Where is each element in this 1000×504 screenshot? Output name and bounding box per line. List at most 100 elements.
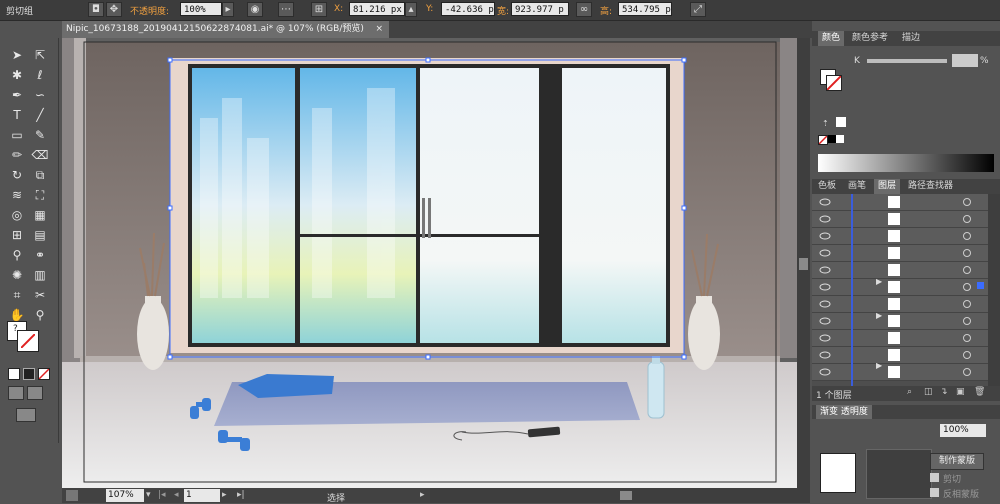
- share-icon[interactable]: [66, 490, 78, 501]
- status-menu-icon[interactable]: ▸: [420, 490, 425, 500]
- slice-tool-icon[interactable]: ✂: [31, 286, 49, 304]
- scale-tool-icon[interactable]: ⧉: [31, 166, 49, 184]
- lasso-tool-icon[interactable]: ℓ: [31, 66, 49, 84]
- align-icon[interactable]: ⋯: [278, 2, 294, 17]
- tab-pathfinder[interactable]: 路径查找器: [904, 179, 957, 194]
- line-tool-icon[interactable]: ╱: [31, 106, 49, 124]
- h-label: 高:: [600, 7, 613, 17]
- edit-contents-icon[interactable]: ✥: [106, 2, 122, 17]
- new-sublayer-icon[interactable]: ↴: [940, 387, 948, 397]
- draw-mode-icon[interactable]: [8, 386, 24, 400]
- shape-builder-tool-icon[interactable]: ◎: [8, 206, 26, 224]
- new-layer-icon[interactable]: ▣: [956, 387, 965, 397]
- rectangle-tool-icon[interactable]: ▭: [8, 126, 26, 144]
- transparency-panel-tabs: 渐变 透明度: [812, 405, 1000, 419]
- transparency-opacity-field[interactable]: 100%: [940, 424, 986, 437]
- tab-transparency[interactable]: 渐变 透明度: [816, 405, 872, 419]
- tab-swatches[interactable]: 色板: [814, 179, 840, 194]
- x-stepper-icon[interactable]: ▴: [405, 2, 417, 17]
- zoom-tool-icon[interactable]: ⚲: [31, 306, 49, 324]
- invert-mask-checkbox[interactable]: [930, 488, 939, 497]
- magic-wand-tool-icon[interactable]: ✱: [8, 66, 26, 84]
- clip-checkbox[interactable]: [930, 473, 939, 482]
- mesh-tool-icon[interactable]: ⊞: [8, 226, 26, 244]
- recolor-icon[interactable]: ◉: [247, 2, 263, 17]
- web-safe-swatch[interactable]: [836, 117, 846, 127]
- tab-layers[interactable]: 图层: [874, 179, 901, 194]
- blend-tool-icon[interactable]: ⚭: [31, 246, 49, 264]
- horizontal-scroll-thumb[interactable]: [620, 491, 632, 500]
- eraser-tool-icon[interactable]: ⌫: [31, 146, 49, 164]
- toolbox: ➤ ⇱ ✱ ℓ ✒ ∽ T ╱ ▭ ✎ ✏ ⌫ ↻ ⧉ ≋ ⛶ ◎ ▦ ⊞ ▤ …: [0, 38, 59, 443]
- panel-stroke-swatch[interactable]: [826, 75, 842, 91]
- tab-color[interactable]: 颜色: [818, 31, 845, 46]
- type-tool-icon[interactable]: T: [8, 106, 26, 124]
- clipping-mask-icon[interactable]: ◫: [924, 387, 933, 397]
- screen-mode-icon[interactable]: [16, 408, 36, 422]
- layers-scrollbar[interactable]: [988, 194, 1000, 386]
- canvas[interactable]: [62, 38, 797, 488]
- pencil-tool-icon[interactable]: ✏: [8, 146, 26, 164]
- vertical-scroll-thumb[interactable]: [799, 258, 808, 270]
- layer-rows-decor: ▶ ▶ ▶: [819, 194, 984, 386]
- zoom-field[interactable]: 107%: [106, 489, 144, 502]
- x-field[interactable]: 81.216 px: [349, 2, 405, 16]
- tab-color-guide[interactable]: 颜色参考: [848, 31, 892, 46]
- h-field[interactable]: 534.795 p: [618, 2, 672, 16]
- symbol-sprayer-tool-icon[interactable]: ✺: [8, 266, 26, 284]
- delete-layer-icon[interactable]: 🗑: [974, 387, 985, 397]
- k-field[interactable]: [952, 54, 978, 67]
- out-of-gamut-icon[interactable]: ⇡: [822, 119, 830, 128]
- curvature-tool-icon[interactable]: ∽: [31, 86, 49, 104]
- mask-thumbnail[interactable]: [866, 449, 932, 499]
- object-thumbnail[interactable]: [820, 453, 856, 493]
- prev-artboard-icon[interactable]: ◂: [174, 490, 179, 500]
- transform-icon[interactable]: ⤢: [690, 2, 706, 17]
- make-mask-button[interactable]: 制作蒙版: [930, 453, 984, 470]
- rotate-tool-icon[interactable]: ↻: [8, 166, 26, 184]
- horizontal-scrollbar[interactable]: [430, 488, 810, 503]
- stroke-swatch[interactable]: [17, 330, 39, 352]
- gradient-tool-icon[interactable]: ▤: [31, 226, 49, 244]
- locate-object-icon[interactable]: ⌕: [907, 387, 912, 397]
- constrain-proportions-icon[interactable]: ∞: [576, 2, 592, 17]
- none-color-icon[interactable]: [818, 135, 828, 145]
- paintbrush-tool-icon[interactable]: ✎: [31, 126, 49, 144]
- black-swatch[interactable]: [828, 135, 836, 143]
- white-swatch[interactable]: [836, 135, 844, 143]
- last-artboard-icon[interactable]: ▸|: [237, 490, 245, 500]
- none-mode-icon[interactable]: [38, 368, 50, 380]
- right-panel-dock: 颜色 颜色参考 描边 K % ⇡ 色板 画笔 图层 路径查找器 ▶ ▶ ▶ 1 …: [812, 21, 1000, 503]
- pen-tool-icon[interactable]: ✒: [8, 86, 26, 104]
- opacity-field[interactable]: 100%: [180, 2, 222, 16]
- zoom-dropdown-icon[interactable]: ▾: [146, 490, 151, 500]
- next-artboard-icon[interactable]: ▸: [222, 490, 227, 500]
- opacity-dropdown-icon[interactable]: ▸: [222, 2, 234, 17]
- width-tool-icon[interactable]: ≋: [8, 186, 26, 204]
- free-transform-tool-icon[interactable]: ⛶: [31, 186, 49, 204]
- document-tab[interactable]: Nipic_10673188_20190412150622874081.ai* …: [62, 21, 389, 38]
- tab-stroke[interactable]: 描边: [898, 31, 924, 46]
- vertical-scrollbar[interactable]: [797, 38, 810, 488]
- reference-point-icon[interactable]: ⊞: [311, 2, 327, 17]
- perspective-grid-tool-icon[interactable]: ▦: [31, 206, 49, 224]
- draw-behind-icon[interactable]: [27, 386, 43, 400]
- tab-brushes[interactable]: 画笔: [844, 179, 870, 194]
- gradient-mode-icon[interactable]: [23, 368, 35, 380]
- artboard-tool-icon[interactable]: ⌗: [8, 286, 26, 304]
- color-mode-icon[interactable]: [8, 368, 20, 380]
- w-field[interactable]: 923.977 p: [511, 2, 569, 16]
- color-spectrum[interactable]: [818, 154, 994, 172]
- opacity-label[interactable]: 不透明度:: [130, 4, 169, 17]
- artboard-field[interactable]: 1: [184, 489, 220, 502]
- y-field[interactable]: -42.636 p: [441, 2, 495, 16]
- close-tab-icon[interactable]: ×: [375, 21, 383, 38]
- isolate-group-icon[interactable]: ◘: [88, 2, 104, 17]
- eyedropper-tool-icon[interactable]: ⚲: [8, 246, 26, 264]
- direct-selection-tool-icon[interactable]: ⇱: [31, 46, 49, 64]
- selection-tool-icon[interactable]: ➤: [8, 46, 26, 64]
- right-curtain: [780, 38, 797, 358]
- first-artboard-icon[interactable]: |◂: [158, 490, 166, 500]
- column-graph-tool-icon[interactable]: ▥: [31, 266, 49, 284]
- k-slider[interactable]: [867, 59, 947, 63]
